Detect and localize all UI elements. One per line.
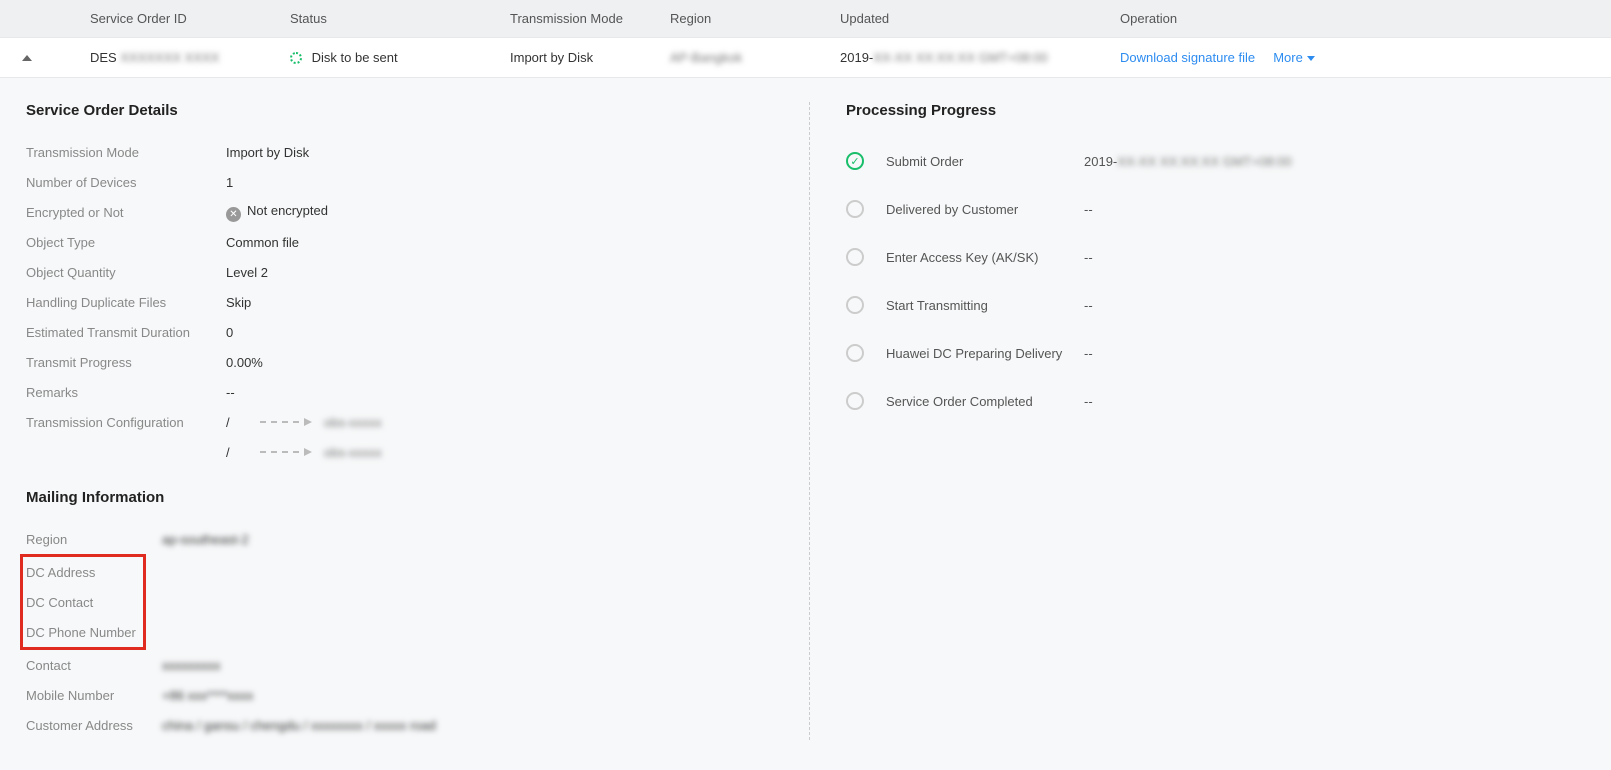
encrypted-text: Not encrypted	[247, 203, 328, 218]
expanded-panel: Service Order Details Transmission ModeI…	[0, 78, 1611, 770]
more-dropdown[interactable]: More	[1273, 50, 1315, 65]
config-dst-2: obs-xxxxx	[324, 445, 382, 460]
th-service-order-id: Service Order ID	[90, 11, 290, 26]
check-circle-icon: ✓	[846, 152, 864, 170]
th-updated: Updated	[840, 11, 1120, 26]
not-encrypted-icon: ✕	[226, 207, 241, 222]
step-value: --	[1084, 298, 1093, 313]
arrow-right-icon	[260, 421, 310, 423]
th-operation: Operation	[1120, 11, 1611, 26]
cell-region: AP-Bangkok	[670, 50, 840, 65]
encrypted-label: Encrypted or Not	[26, 205, 226, 220]
number-of-devices-value: 1	[226, 175, 286, 190]
cell-service-order-id: DES XXXXXXX XXXX	[90, 50, 290, 65]
cell-transmission-mode: Import by Disk	[510, 50, 670, 65]
step-label: Submit Order	[886, 154, 1084, 169]
encrypted-value: ✕ Not encrypted	[226, 203, 328, 222]
th-status: Status	[290, 11, 510, 26]
step-value: 2019-XX-XX XX:XX:XX GMT+08:00	[1084, 154, 1292, 169]
step-value-prefix: 2019-	[1084, 154, 1117, 169]
config-src-1: /	[226, 415, 246, 430]
step-value: --	[1084, 250, 1093, 265]
step-label: Service Order Completed	[886, 394, 1084, 409]
object-type-label: Object Type	[26, 235, 226, 250]
circle-icon	[846, 344, 864, 362]
step-label: Delivered by Customer	[886, 202, 1084, 217]
mailing-region-value: ap-southeast-2	[162, 532, 249, 547]
updated-prefix: 2019-	[840, 50, 873, 65]
transmission-mode-label: Transmission Mode	[26, 145, 226, 160]
cell-status: Disk to be sent	[290, 50, 510, 65]
dc-contact-label: DC Contact	[26, 595, 143, 610]
customer-address-value: china / gansu / chengdu / xxxxxxxx / xxx…	[162, 718, 436, 733]
step-value: --	[1084, 346, 1093, 361]
circle-icon	[846, 392, 864, 410]
th-transmission-mode: Transmission Mode	[510, 11, 670, 26]
transmission-mode-value: Import by Disk	[226, 145, 309, 160]
duplicate-files-value: Skip	[226, 295, 286, 310]
download-signature-link[interactable]: Download signature file	[1120, 50, 1255, 65]
config-src-2: /	[226, 445, 246, 460]
service-order-details-title: Service Order Details	[26, 102, 789, 119]
dc-fields-highlight: DC Address DC Contact DC Phone Number	[20, 554, 146, 650]
collapse-icon[interactable]	[22, 55, 32, 61]
circle-icon	[846, 200, 864, 218]
number-of-devices-label: Number of Devices	[26, 175, 226, 190]
step-label: Enter Access Key (AK/SK)	[886, 250, 1084, 265]
contact-label: Contact	[26, 658, 162, 673]
object-quantity-value: Level 2	[226, 265, 286, 280]
circle-icon	[846, 296, 864, 314]
arrow-right-icon	[260, 451, 310, 453]
remarks-value: --	[226, 385, 286, 400]
status-text: Disk to be sent	[312, 50, 398, 65]
table-header: Service Order ID Status Transmission Mod…	[0, 0, 1611, 38]
transmit-progress-value: 0.00%	[226, 355, 286, 370]
estimated-transmit-duration-value: 0	[226, 325, 286, 340]
step-value: --	[1084, 202, 1093, 217]
customer-address-label: Customer Address	[26, 718, 162, 733]
step-value: --	[1084, 394, 1093, 409]
progress-step: Enter Access Key (AK/SK) --	[846, 233, 1591, 281]
object-quantity-label: Object Quantity	[26, 265, 226, 280]
step-label: Huawei DC Preparing Delivery	[886, 346, 1084, 361]
duplicate-files-label: Handling Duplicate Files	[26, 295, 226, 310]
mobile-number-value: +86 xxx****xxxx	[162, 688, 253, 703]
step-label: Start Transmitting	[886, 298, 1084, 313]
progress-step: Delivered by Customer --	[846, 185, 1591, 233]
updated-redacted: XX-XX XX:XX:XX GMT+08:00	[873, 50, 1048, 65]
order-id-redacted: XXXXXXX XXXX	[120, 50, 219, 65]
transmission-config-label: Transmission Configuration	[26, 415, 226, 430]
table-row: DES XXXXXXX XXXX Disk to be sent Import …	[0, 38, 1611, 78]
progress-step: Service Order Completed --	[846, 377, 1591, 425]
mailing-information-title: Mailing Information	[26, 489, 789, 506]
progress-step: Huawei DC Preparing Delivery --	[846, 329, 1591, 377]
estimated-transmit-duration-label: Estimated Transmit Duration	[26, 325, 226, 340]
order-id-prefix: DES	[90, 50, 117, 65]
th-region: Region	[670, 11, 840, 26]
processing-progress-title: Processing Progress	[846, 102, 1591, 119]
dc-address-label: DC Address	[26, 565, 143, 580]
contact-value: xxxxxxxxx	[162, 658, 222, 673]
dc-phone-number-label: DC Phone Number	[26, 625, 143, 640]
circle-icon	[846, 248, 864, 266]
object-type-value: Common file	[226, 235, 299, 250]
step-value-redacted: XX-XX XX:XX:XX GMT+08:00	[1117, 154, 1292, 169]
progress-step: ✓ Submit Order 2019-XX-XX XX:XX:XX GMT+0…	[846, 137, 1591, 185]
more-label: More	[1273, 50, 1303, 65]
mobile-number-label: Mobile Number	[26, 688, 162, 703]
progress-step: Start Transmitting --	[846, 281, 1591, 329]
chevron-down-icon	[1307, 56, 1315, 61]
region-redacted: AP-Bangkok	[670, 50, 742, 65]
remarks-label: Remarks	[26, 385, 226, 400]
cell-operation: Download signature file More	[1120, 50, 1611, 65]
status-spinner-icon	[290, 52, 302, 64]
config-dst-1: obs-xxxxx	[324, 415, 382, 430]
transmit-progress-label: Transmit Progress	[26, 355, 226, 370]
mailing-region-label: Region	[26, 532, 162, 547]
cell-updated: 2019-XX-XX XX:XX:XX GMT+08:00	[840, 50, 1120, 65]
